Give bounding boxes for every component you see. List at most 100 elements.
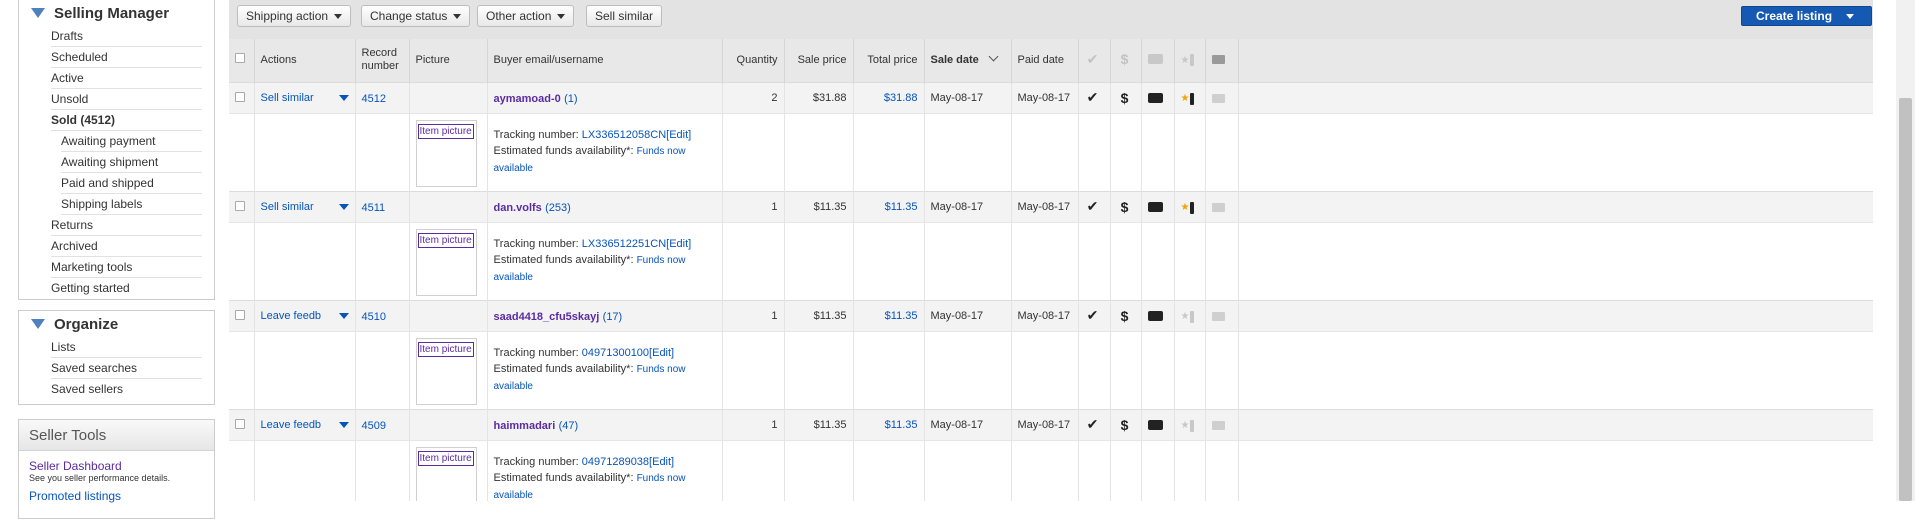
nav-item-scheduled[interactable]: Scheduled [51,47,202,68]
nav-item-shipping-labels[interactable]: Shipping labels [61,194,202,215]
col-record-number[interactable]: Record number [355,39,410,82]
col-paid-date[interactable]: Paid date [1011,39,1079,82]
feedback-star-icon[interactable]: ★ [1181,419,1195,432]
record-number[interactable]: 4510 [355,300,410,331]
col-message-icon[interactable] [1205,39,1239,82]
dollar-icon[interactable]: $ [1117,199,1133,215]
tracking-edit-link[interactable]: [Edit] [666,238,691,250]
selling-manager-header[interactable]: Selling Manager [19,0,214,26]
envelope-icon[interactable] [1211,420,1225,430]
col-quantity[interactable]: Quantity [722,39,785,82]
tracking-number-link[interactable]: LX336512251CN [582,238,666,250]
item-picture-thumbnail[interactable]: Item picture [415,446,477,501]
sell-similar-button[interactable]: Sell similar [586,5,663,27]
feedback-star-icon[interactable]: ★ [1181,92,1195,105]
nav-item-saved-sellers[interactable]: Saved sellers [51,379,202,400]
checkmark-icon[interactable]: ✔ [1085,416,1101,433]
row-action-dropdown[interactable]: Sell similar [261,201,349,213]
total-price-link[interactable]: $11.35 [853,409,925,440]
nav-item-getting-started[interactable]: Getting started [51,278,202,299]
record-number[interactable]: 4509 [355,409,410,440]
buyer-username-link[interactable]: dan.volfs [494,202,542,214]
nav-item-sold[interactable]: Sold (4512) [51,110,202,131]
nav-item-returns[interactable]: Returns [51,215,202,236]
nav-item-paid-and-shipped[interactable]: Paid and shipped [61,173,202,194]
record-number[interactable]: 4511 [355,191,410,222]
row-action-dropdown[interactable]: Leave feedb [261,310,349,322]
checkmark-icon[interactable]: ✔ [1085,198,1101,215]
item-picture-thumbnail[interactable]: Item picture [415,119,477,187]
item-picture-thumbnail[interactable]: Item picture [415,228,477,296]
buyer-username-link[interactable]: saad4418_cfu5skayj [494,311,600,323]
buyer-feedback-score[interactable]: (253) [545,202,571,214]
truck-icon[interactable] [1147,201,1163,212]
funds-status-link-line2[interactable]: available [494,381,533,392]
row-checkbox[interactable] [235,91,245,102]
total-price-link[interactable]: $11.35 [853,191,925,222]
row-action-dropdown[interactable]: Leave feedb [261,419,349,431]
buyer-username-link[interactable]: aymamoad-0 [494,93,561,105]
tracking-edit-link[interactable]: [Edit] [666,129,691,141]
buyer-feedback-score[interactable]: (47) [559,420,579,432]
col-buyer[interactable]: Buyer email/username [487,39,723,82]
total-price-link[interactable]: $31.88 [853,82,925,113]
col-feedback-icon[interactable]: ★ [1174,39,1206,82]
record-number-link[interactable]: 4509 [362,420,386,432]
col-paid-icon[interactable]: $ [1110,39,1142,82]
nav-item-active[interactable]: Active [51,68,202,89]
nav-item-archived[interactable]: Archived [51,236,202,257]
col-shipped-icon[interactable]: ✔ [1078,39,1111,82]
buyer-feedback-score[interactable]: (1) [564,93,577,105]
col-sale-date[interactable]: Sale date [924,39,1012,82]
funds-status-link[interactable]: Funds now [637,364,686,375]
truck-icon[interactable] [1147,92,1163,103]
col-shipping-icon[interactable] [1141,39,1175,82]
record-number[interactable]: 4512 [355,82,410,113]
funds-status-link[interactable]: Funds now [637,146,686,157]
dollar-icon[interactable]: $ [1117,417,1133,433]
nav-item-awaiting-payment[interactable]: Awaiting payment [61,131,202,152]
other-action-dropdown[interactable]: Other action [477,5,575,27]
col-sale-price[interactable]: Sale price [784,39,854,82]
scrollbar-thumb[interactable] [1899,98,1912,501]
sort-chevron-icon[interactable] [988,51,999,62]
row-checkbox[interactable] [235,309,245,320]
feedback-star-icon[interactable]: ★ [1181,201,1195,214]
record-number-link[interactable]: 4511 [362,202,386,214]
nav-item-marketing-tools[interactable]: Marketing tools [51,257,202,278]
nav-item-saved-searches[interactable]: Saved searches [51,358,202,379]
funds-status-link-line2[interactable]: available [494,272,533,283]
funds-status-link[interactable]: Funds now [637,255,686,266]
create-listing-button[interactable]: Create listing [1741,6,1872,26]
shipping-action-dropdown[interactable]: Shipping action [237,5,352,27]
nav-item-lists[interactable]: Lists [51,337,202,358]
envelope-icon[interactable] [1211,93,1225,103]
tracking-number-link[interactable]: LX336512058CN [582,129,666,141]
envelope-icon[interactable] [1211,311,1225,321]
total-price-link[interactable]: $11.35 [853,300,925,331]
record-number-link[interactable]: 4510 [362,311,386,323]
tracking-edit-link[interactable]: [Edit] [649,347,674,359]
funds-status-link-line2[interactable]: available [494,163,533,174]
organize-header[interactable]: Organize [19,311,214,337]
checkmark-icon[interactable]: ✔ [1085,89,1101,106]
col-total-price[interactable]: Total price [853,39,925,82]
truck-icon[interactable] [1147,419,1163,430]
truck-icon[interactable] [1147,310,1163,321]
dollar-icon[interactable]: $ [1117,90,1133,106]
row-checkbox[interactable] [235,200,245,211]
feedback-star-icon[interactable]: ★ [1181,310,1195,323]
item-picture-thumbnail[interactable]: Item picture [415,337,477,405]
row-checkbox[interactable] [235,418,245,429]
select-all-checkbox[interactable] [235,53,245,64]
tracking-number-link[interactable]: 04971289038 [582,456,649,468]
change-status-dropdown[interactable]: Change status [361,5,471,27]
dollar-icon[interactable]: $ [1117,308,1133,324]
nav-item-awaiting-shipment[interactable]: Awaiting shipment [61,152,202,173]
seller-dashboard-link[interactable]: Seller Dashboard [19,459,214,473]
envelope-icon[interactable] [1211,202,1225,212]
funds-status-link-line2[interactable]: available [494,490,533,501]
nav-item-unsold[interactable]: Unsold [51,89,202,110]
record-number-link[interactable]: 4512 [362,93,386,105]
buyer-feedback-score[interactable]: (17) [603,311,623,323]
